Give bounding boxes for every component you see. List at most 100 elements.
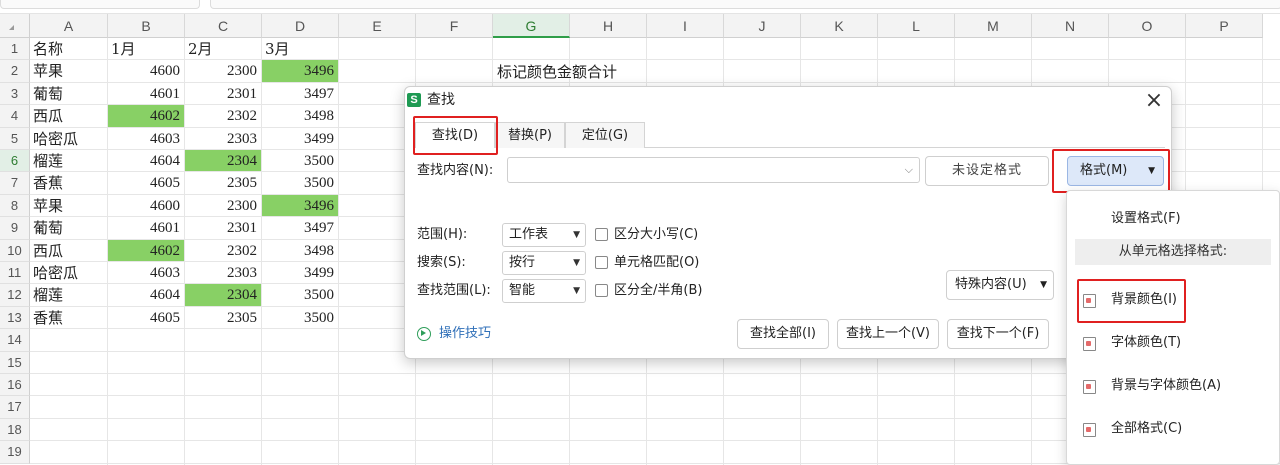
menu-set-format[interactable]: 设置格式(F) (1067, 204, 1280, 234)
cell-A9[interactable]: 葡萄 (30, 217, 107, 238)
row-header-4[interactable]: 4 (0, 105, 30, 128)
row-header-18[interactable]: 18 (0, 418, 30, 442)
column-header-J[interactable]: J (724, 14, 801, 38)
tips-link[interactable]: 操作技巧 (439, 325, 491, 343)
cell-B1[interactable]: 1月 (108, 38, 184, 59)
menu-all-formats[interactable]: 全部格式(C) (1067, 414, 1280, 444)
select-all-corner[interactable] (0, 14, 30, 38)
cell-C5[interactable]: 2303 (185, 128, 261, 149)
column-header-F[interactable]: F (416, 14, 493, 38)
menu-bg-and-font-color[interactable]: 背景与字体颜色(A) (1067, 371, 1280, 401)
cell-B12[interactable]: 4604 (108, 284, 184, 305)
row-header-9[interactable]: 9 (0, 217, 30, 240)
cell-D8[interactable]: 3496 (262, 194, 338, 217)
cell-D10[interactable]: 3498 (262, 240, 338, 261)
cell-D2[interactable]: 3496 (262, 60, 338, 82)
row-header-12[interactable]: 12 (0, 284, 30, 307)
cell-C7[interactable]: 2305 (185, 172, 261, 193)
cell-C11[interactable]: 2303 (185, 262, 261, 283)
cell-C8[interactable]: 2300 (185, 195, 261, 216)
cell-D6[interactable]: 3500 (262, 150, 338, 171)
tab-find[interactable]: 查找(D) (415, 122, 495, 148)
row-header-14[interactable]: 14 (0, 329, 30, 352)
column-header-G[interactable]: G (493, 14, 570, 38)
search-select[interactable]: 按行 ▼ (502, 251, 586, 275)
cell-B3[interactable]: 4601 (108, 83, 184, 104)
match-width-checkbox[interactable] (595, 284, 608, 297)
cell-C12[interactable]: 2304 (185, 284, 261, 306)
tab-replace[interactable]: 替换(P) (495, 122, 565, 148)
cell-A5[interactable]: 哈密瓜 (30, 128, 107, 149)
column-header-A[interactable]: A (30, 14, 108, 38)
row-header-1[interactable]: 1 (0, 38, 30, 61)
column-header-C[interactable]: C (185, 14, 262, 38)
row-header-10[interactable]: 10 (0, 239, 30, 262)
cell-A8[interactable]: 苹果 (30, 195, 107, 216)
column-header-H[interactable]: H (570, 14, 647, 38)
formula-bar[interactable] (210, 0, 1280, 9)
column-header-P[interactable]: P (1186, 14, 1263, 38)
cell-D12[interactable]: 3500 (262, 284, 338, 305)
row-header-6[interactable]: 6 (0, 150, 30, 173)
find-content-input[interactable]: ⌵ (507, 157, 920, 183)
find-next-button[interactable]: 查找下一个(F) (947, 319, 1049, 349)
cell-C9[interactable]: 2301 (185, 217, 261, 238)
menu-background-color[interactable]: 背景颜色(I) (1067, 285, 1280, 315)
lookin-select[interactable]: 智能 ▼ (502, 279, 586, 303)
cell-A6[interactable]: 榴莲 (30, 150, 107, 171)
name-box[interactable] (0, 0, 200, 9)
column-header-L[interactable]: L (878, 14, 955, 38)
row-header-3[interactable]: 3 (0, 82, 30, 106)
column-header-M[interactable]: M (955, 14, 1032, 38)
cell-A3[interactable]: 葡萄 (30, 83, 107, 104)
row-header-7[interactable]: 7 (0, 172, 30, 195)
cell-C6[interactable]: 2304 (185, 150, 261, 172)
row-header-11[interactable]: 11 (0, 262, 30, 285)
match-case-checkbox[interactable] (595, 228, 608, 241)
cell-D5[interactable]: 3499 (262, 128, 338, 149)
column-header-N[interactable]: N (1032, 14, 1109, 38)
column-header-I[interactable]: I (647, 14, 724, 38)
cell-C10[interactable]: 2302 (185, 240, 261, 261)
cell-D11[interactable]: 3499 (262, 262, 338, 283)
cell-A10[interactable]: 西瓜 (30, 240, 107, 261)
cell-D4[interactable]: 3498 (262, 105, 338, 126)
row-header-13[interactable]: 13 (0, 306, 30, 330)
cell-C2[interactable]: 2300 (185, 60, 261, 81)
cell-C1[interactable]: 2月 (185, 38, 261, 59)
play-circle-icon[interactable] (417, 327, 431, 341)
tab-goto[interactable]: 定位(G) (565, 122, 645, 148)
cell-B13[interactable]: 4605 (108, 307, 184, 328)
close-icon[interactable]: × (1142, 90, 1166, 114)
column-header-D[interactable]: D (262, 14, 339, 38)
cell-C4[interactable]: 2302 (185, 105, 261, 126)
find-previous-button[interactable]: 查找上一个(V) (837, 319, 939, 349)
cell-B2[interactable]: 4600 (108, 60, 184, 81)
cell-B5[interactable]: 4603 (108, 128, 184, 149)
cell-A11[interactable]: 哈密瓜 (30, 262, 107, 283)
format-button[interactable]: 格式(M) ▼ (1067, 156, 1164, 186)
column-header-E[interactable]: E (339, 14, 416, 38)
cell-A7[interactable]: 香蕉 (30, 172, 107, 193)
menu-font-color[interactable]: 字体颜色(T) (1067, 328, 1280, 358)
special-content-button[interactable]: 特殊内容(U) ▼ (946, 270, 1054, 300)
cell-D7[interactable]: 3500 (262, 172, 338, 193)
cell-A2[interactable]: 苹果 (30, 60, 107, 81)
cell-A1[interactable]: 名称 (30, 38, 107, 59)
cell-B11[interactable]: 4603 (108, 262, 184, 283)
row-header-15[interactable]: 15 (0, 351, 30, 374)
cell-D3[interactable]: 3497 (262, 83, 338, 104)
row-header-16[interactable]: 16 (0, 374, 30, 397)
cell-B8[interactable]: 4600 (108, 195, 184, 216)
cell-A13[interactable]: 香蕉 (30, 307, 107, 328)
cell-C13[interactable]: 2305 (185, 307, 261, 328)
cell-D13[interactable]: 3500 (262, 307, 338, 328)
cell-C3[interactable]: 2301 (185, 83, 261, 104)
column-header-O[interactable]: O (1109, 14, 1186, 38)
cell-D1[interactable]: 3月 (262, 38, 338, 59)
cell-B6[interactable]: 4604 (108, 150, 184, 171)
cell-B4[interactable]: 4602 (108, 105, 184, 127)
cell-B7[interactable]: 4605 (108, 172, 184, 193)
column-header-K[interactable]: K (801, 14, 878, 38)
cell-D9[interactable]: 3497 (262, 217, 338, 238)
